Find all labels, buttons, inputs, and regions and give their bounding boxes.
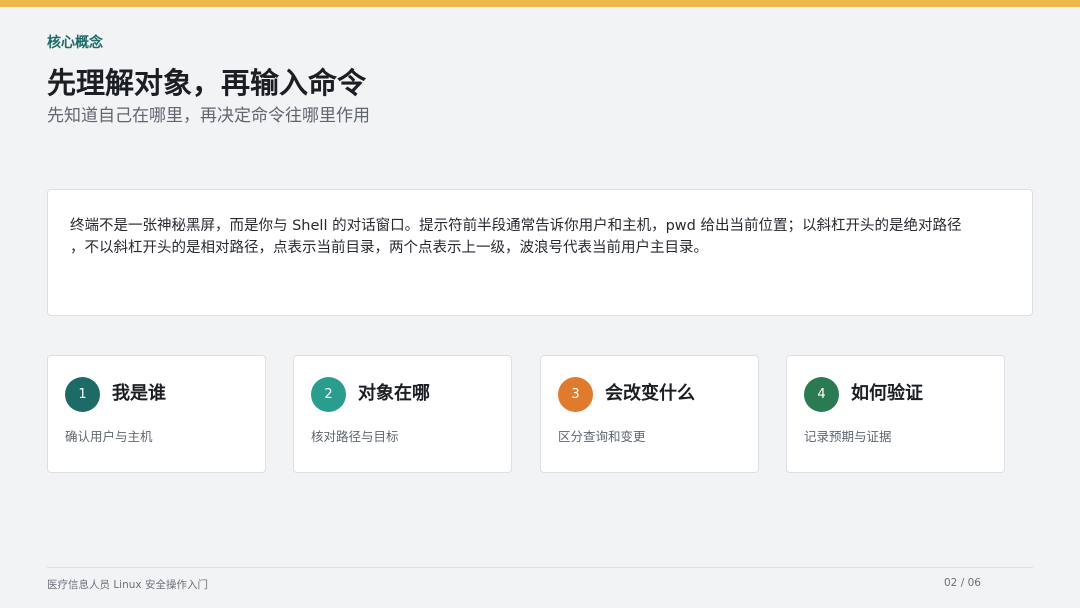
step-description: 记录预期与证据 xyxy=(804,429,892,444)
step-description: 核对路径与目标 xyxy=(311,429,399,444)
step-number-badge: 1 xyxy=(65,377,100,412)
intro-text: 终端不是一张神秘黑屏，而是你与 Shell 的对话窗口。提示符前半段通常告诉你用… xyxy=(70,215,1010,259)
step-number-badge: 3 xyxy=(558,377,593,412)
intro-line-2: ，不以斜杠开头的是相对路径，点表示当前目录，两个点表示上一级，波浪号代表当前用户… xyxy=(70,240,708,256)
step-number-badge: 4 xyxy=(804,377,839,412)
intro-line-1: 终端不是一张神秘黑屏，而是你与 Shell 的对话窗口。提示符前半段通常告诉你用… xyxy=(70,218,962,234)
page-subtitle: 先知道自己在哪里，再决定命令往哪里作用 xyxy=(47,106,370,126)
step-card-1: 1 我是谁 确认用户与主机 xyxy=(47,355,266,473)
step-title: 会改变什么 xyxy=(605,383,695,404)
step-card-3: 3 会改变什么 区分查询和变更 xyxy=(540,355,759,473)
step-title: 对象在哪 xyxy=(358,383,430,404)
step-title: 如何验证 xyxy=(851,383,923,404)
top-accent-bar xyxy=(0,0,1080,7)
step-card-4: 4 如何验证 记录预期与证据 xyxy=(786,355,1005,473)
page-title: 先理解对象，再输入命令 xyxy=(47,66,367,100)
section-kicker: 核心概念 xyxy=(47,35,103,51)
step-number-badge: 2 xyxy=(311,377,346,412)
page-number: 02 / 06 xyxy=(944,577,981,589)
step-card-2: 2 对象在哪 核对路径与目标 xyxy=(293,355,512,473)
step-description: 确认用户与主机 xyxy=(65,429,153,444)
step-title: 我是谁 xyxy=(112,383,166,404)
footer-course-title: 医疗信息人员 Linux 安全操作入门 xyxy=(47,579,208,591)
footer-divider xyxy=(47,567,1033,568)
step-description: 区分查询和变更 xyxy=(558,429,646,444)
intro-card: 终端不是一张神秘黑屏，而是你与 Shell 的对话窗口。提示符前半段通常告诉你用… xyxy=(47,189,1033,316)
